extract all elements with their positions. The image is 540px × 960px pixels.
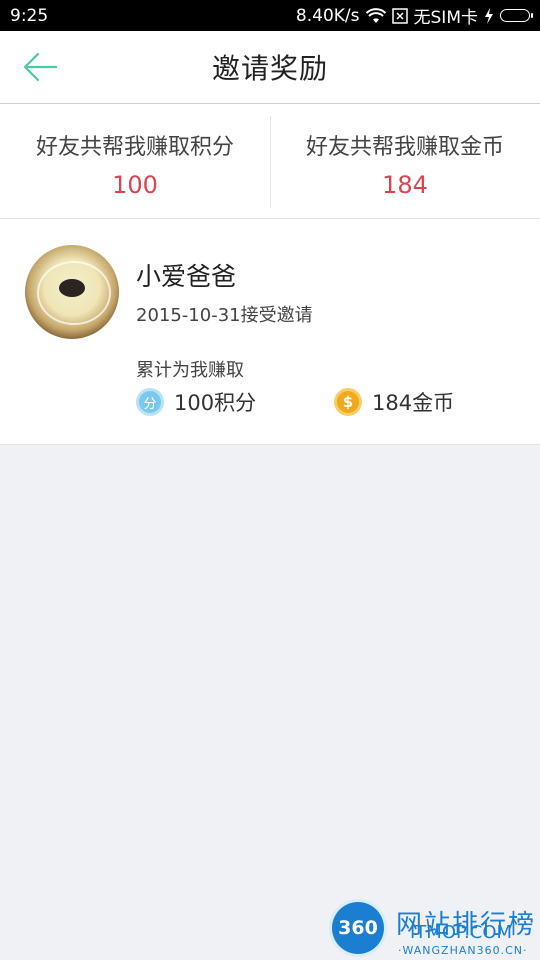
stat-points-value: 100 <box>112 171 158 199</box>
earned-label: 累计为我赚取 <box>136 360 244 381</box>
coin-icon: $ <box>334 388 362 416</box>
watermark-sub2: ·WANGZHAN360.CN· <box>398 944 528 957</box>
page-title: 邀请奖励 <box>211 52 328 85</box>
reward-points-text: 100积分 <box>174 391 257 415</box>
network-speed: 8.40K/s <box>295 5 360 26</box>
stat-points-label: 好友共帮我赚取积分 <box>35 135 234 160</box>
stat-points: 好友共帮我赚取积分 100 <box>0 104 270 218</box>
watermark-sub: ITMOP.COM <box>410 922 513 943</box>
charging-icon <box>484 7 494 24</box>
stat-coins-label: 好友共帮我赚取金币 <box>305 135 504 160</box>
reward-coins: $ 184金币 <box>334 387 454 417</box>
invite-date: 2015-10-31接受邀请 <box>136 305 313 326</box>
status-right: 8.40K/s 无SIM卡 <box>295 3 533 28</box>
reward-points: 分 100积分 <box>136 387 256 417</box>
sim-status: 无SIM卡 <box>413 8 478 28</box>
status-time: 9:25 <box>10 5 49 26</box>
points-icon: 分 <box>136 388 164 416</box>
app-header: 邀请奖励 <box>0 31 540 104</box>
stat-coins: 好友共帮我赚取金币 184 <box>270 104 540 218</box>
sim-icon <box>391 7 408 24</box>
avatar-center <box>59 279 85 297</box>
stats-summary: 好友共帮我赚取积分 100 好友共帮我赚取金币 184 <box>0 104 540 219</box>
avatar[interactable] <box>25 245 119 339</box>
reward-coins-text: 184金币 <box>372 391 455 415</box>
wifi-icon <box>365 7 386 24</box>
stat-coins-value: 184 <box>382 171 428 199</box>
status-bar: 9:25 8.40K/s 无SIM卡 <box>0 0 540 31</box>
invitee-card[interactable]: 小爱爸爸 2015-10-31接受邀请 累计为我赚取 分 100积分 $ 184… <box>0 219 540 445</box>
watermark: 360 网站排行榜 ITMOP.COM ·WANGZHAN360.CN· <box>328 898 540 960</box>
watermark-logo: 360 <box>332 902 384 954</box>
battery-icon <box>500 9 533 22</box>
invitee-name: 小爱爸爸 <box>136 262 237 291</box>
